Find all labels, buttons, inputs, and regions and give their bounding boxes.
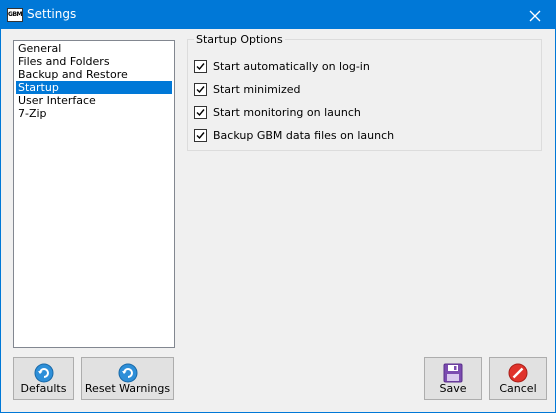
- nav-item-files-and-folders[interactable]: Files and Folders: [16, 55, 172, 68]
- reset-warnings-button[interactable]: Reset Warnings: [81, 357, 174, 400]
- nav-item-user-interface[interactable]: User Interface: [16, 94, 172, 107]
- option-start-minimized[interactable]: Start minimized: [194, 81, 300, 97]
- checkbox-label: Backup GBM data files on launch: [213, 128, 395, 142]
- nav-item-general[interactable]: General: [16, 42, 172, 55]
- title-bar[interactable]: GBM Settings: [1, 1, 555, 29]
- button-label: Save: [439, 382, 467, 395]
- checkbox[interactable]: [194, 59, 207, 73]
- checkmark-icon: [196, 85, 205, 93]
- nav-item-7-zip[interactable]: 7-Zip: [16, 107, 172, 120]
- close-icon: [529, 10, 541, 21]
- option-start-automatically[interactable]: Start automatically on log-in: [194, 58, 370, 74]
- checkbox-label: Start automatically on log-in: [213, 59, 370, 73]
- checkbox[interactable]: [194, 105, 207, 119]
- settings-category-list[interactable]: General Files and Folders Backup and Res…: [13, 40, 175, 348]
- button-label: Defaults: [20, 382, 67, 395]
- cancel-icon: [508, 363, 528, 383]
- option-backup-data-files[interactable]: Backup GBM data files on launch: [194, 127, 394, 143]
- nav-item-startup[interactable]: Startup: [16, 81, 172, 94]
- save-button[interactable]: Save: [424, 357, 482, 400]
- floppy-disk-icon: [443, 363, 463, 383]
- refresh-icon: [118, 363, 137, 383]
- checkbox-label: Start minimized: [213, 82, 301, 96]
- button-label: Cancel: [499, 382, 537, 395]
- option-start-monitoring[interactable]: Start monitoring on launch: [194, 104, 361, 120]
- button-label: Reset Warnings: [84, 382, 171, 395]
- checkmark-icon: [196, 108, 205, 116]
- checkbox[interactable]: [194, 82, 207, 96]
- cancel-button[interactable]: Cancel: [489, 357, 547, 400]
- close-button[interactable]: [515, 1, 555, 29]
- checkbox-label: Start monitoring on launch: [213, 105, 361, 119]
- window-title: Settings: [27, 7, 77, 21]
- checkbox[interactable]: [194, 128, 207, 142]
- group-title: Startup Options: [194, 33, 285, 46]
- nav-item-backup-and-restore[interactable]: Backup and Restore: [16, 68, 172, 81]
- checkmark-icon: [196, 62, 205, 70]
- settings-window: GBM Settings General Files and Folders B…: [0, 0, 556, 413]
- refresh-icon: [34, 363, 53, 383]
- app-icon: GBM: [7, 8, 23, 22]
- defaults-button[interactable]: Defaults: [13, 357, 74, 400]
- startup-options-group: Startup Options Start automatically on l…: [187, 33, 542, 151]
- checkmark-icon: [196, 131, 205, 139]
